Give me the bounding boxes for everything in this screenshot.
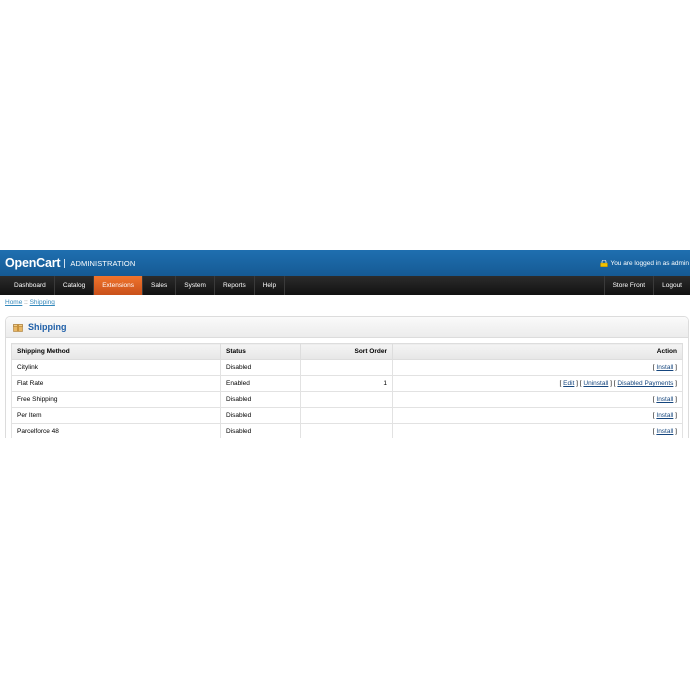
cell-action: [ Edit ] [ Uninstall ] [ Disabled Paymen… [392, 375, 683, 392]
col-status[interactable]: Status [220, 343, 301, 360]
table-header-row: Shipping Method Status Sort Order Action [11, 343, 683, 360]
breadcrumb-current[interactable]: Shipping [30, 299, 55, 306]
login-text: You are logged in as admin [610, 259, 689, 267]
menu-store-front[interactable]: Store Front [603, 276, 654, 295]
col-shipping-method[interactable]: Shipping Method [11, 343, 221, 360]
cell-sort-order [300, 359, 393, 376]
menu-system[interactable]: System [176, 276, 215, 295]
brand: OpenCart ADMINISTRATION [0, 256, 135, 270]
lock-icon [600, 259, 609, 267]
cell-status: Disabled [220, 423, 301, 438]
header-bar: OpenCart ADMINISTRATION You are logged i… [0, 250, 690, 276]
menu-right: Store Front Logout [603, 276, 690, 295]
install-link[interactable]: Install [656, 428, 673, 435]
table-row: Flat Rate Enabled 1 [ Edit ] [ Uninstall… [11, 375, 683, 392]
breadcrumb-home[interactable]: Home [5, 299, 22, 306]
package-icon [13, 323, 23, 332]
cell-action: [ Install ] [392, 359, 683, 376]
menu-left: Dashboard Catalog Extensions Sales Syste… [0, 276, 286, 295]
cell-status: Enabled [220, 375, 301, 392]
cell-action: [ Install ] [392, 423, 683, 438]
menu-sales[interactable]: Sales [143, 276, 177, 295]
cell-sort-order [300, 407, 393, 424]
table-row: Free Shipping Disabled [ Install ] [11, 391, 683, 408]
cell-status: Disabled [220, 407, 301, 424]
table-row: Per Item Disabled [ Install ] [11, 407, 683, 424]
cell-method: Flat Rate [11, 375, 221, 392]
cell-method: Per Item [11, 407, 221, 424]
breadcrumb-separator: :: [24, 299, 28, 306]
col-sort-order[interactable]: Sort Order [300, 343, 393, 360]
menu-logout[interactable]: Logout [653, 276, 690, 295]
disabled-payments-link[interactable]: Disabled Payments [617, 380, 673, 387]
shipping-box: Shipping Shipping Method Status Sort Ord… [5, 316, 689, 438]
shipping-table: Shipping Method Status Sort Order Action… [11, 343, 683, 438]
cell-action: [ Install ] [392, 407, 683, 424]
box-heading: Shipping [6, 317, 688, 338]
cell-status: Disabled [220, 359, 301, 376]
main-menu: Dashboard Catalog Extensions Sales Syste… [0, 276, 690, 295]
logo[interactable]: OpenCart [5, 256, 61, 270]
menu-catalog[interactable]: Catalog [55, 276, 95, 295]
login-status: You are logged in as admin [600, 259, 690, 267]
menu-dashboard[interactable]: Dashboard [0, 276, 55, 295]
cell-sort-order: 1 [300, 375, 393, 392]
cell-method: Parcelforce 48 [11, 423, 221, 438]
cell-action: [ Install ] [392, 391, 683, 408]
breadcrumb: Home :: Shipping [5, 299, 55, 306]
menu-extensions[interactable]: Extensions [94, 276, 144, 295]
menu-help[interactable]: Help [255, 276, 286, 295]
uninstall-link[interactable]: Uninstall [583, 380, 608, 387]
cell-sort-order [300, 423, 393, 438]
table-row: Parcelforce 48 Disabled [ Install ] [11, 423, 683, 438]
menu-reports[interactable]: Reports [215, 276, 255, 295]
install-link[interactable]: Install [656, 412, 673, 419]
cell-status: Disabled [220, 391, 301, 408]
cell-sort-order [300, 391, 393, 408]
install-link[interactable]: Install [656, 396, 673, 403]
cell-method: Free Shipping [11, 391, 221, 408]
install-link[interactable]: Install [656, 364, 673, 371]
cell-method: Citylink [11, 359, 221, 376]
page-title: Shipping [28, 322, 67, 332]
logo-divider [64, 258, 66, 268]
table-row: Citylink Disabled [ Install ] [11, 359, 683, 376]
col-action: Action [392, 343, 683, 360]
edit-link[interactable]: Edit [563, 380, 574, 387]
logo-subtitle: ADMINISTRATION [70, 258, 136, 268]
